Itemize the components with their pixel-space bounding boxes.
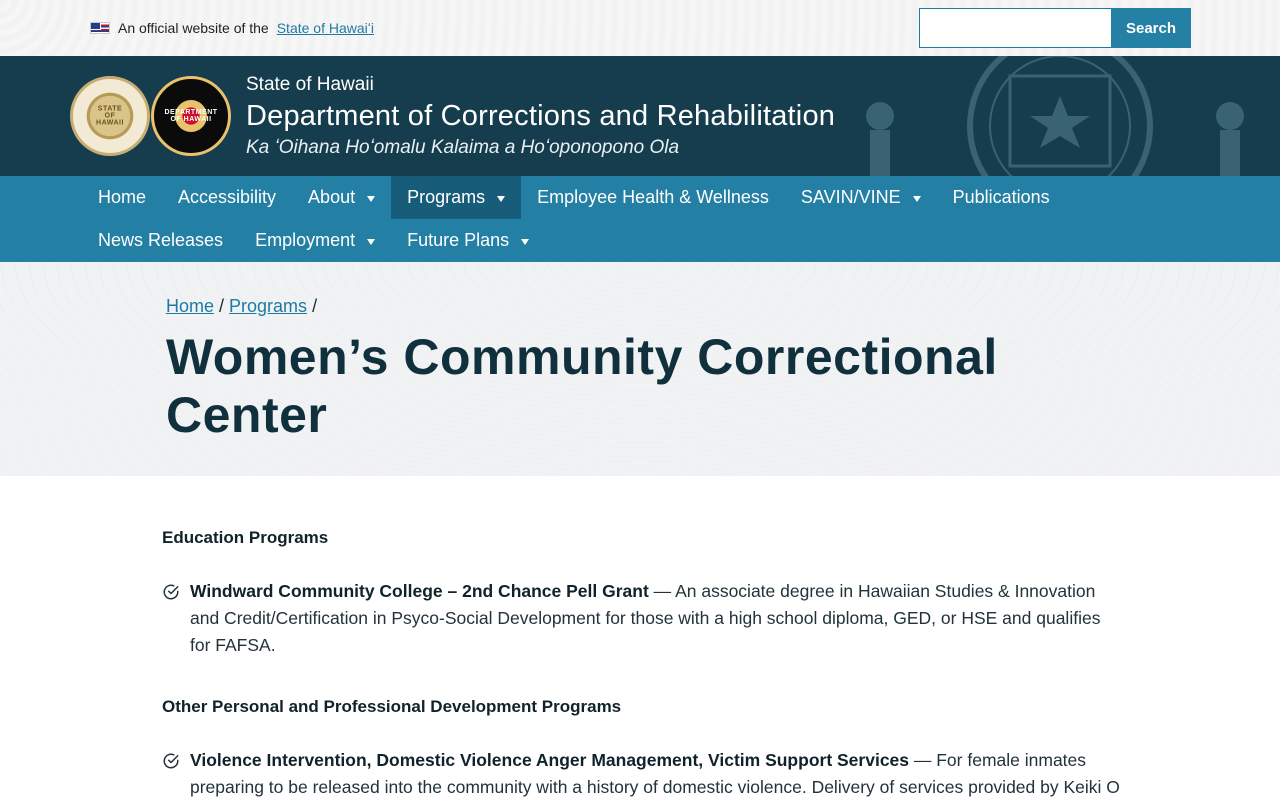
education-programs-heading: Education Programs (162, 528, 329, 547)
nav-item-about[interactable]: About (292, 176, 391, 219)
list-item: Windward Community College – 2nd Chance … (162, 578, 1122, 659)
check-circle-icon (163, 584, 179, 600)
nav-item-employee-health-wellness[interactable]: Employee Health & Wellness (521, 176, 785, 219)
official-prefix: An official website of the (118, 20, 269, 36)
caret-down-icon[interactable] (367, 238, 376, 245)
nav-item-news-releases[interactable]: News Releases (82, 219, 239, 262)
department-seal-logo: DEPARTMENT OF HAWAII (151, 76, 231, 156)
page-hero: Home / Programs / Women’s Community Corr… (0, 262, 1280, 476)
nav-item-home[interactable]: Home (82, 176, 162, 219)
official-notice: An official website of the State of Hawa… (90, 20, 374, 36)
breadcrumb-home-link[interactable]: Home (166, 296, 214, 316)
nav-item-programs[interactable]: Programs (391, 176, 522, 219)
department-name[interactable]: Department of Corrections and Rehabilita… (246, 100, 835, 133)
search-input[interactable] (919, 8, 1111, 48)
program-name: Windward Community College – 2nd Chance … (190, 581, 649, 601)
nav-item-publications[interactable]: Publications (937, 176, 1066, 219)
search-button[interactable]: Search (1111, 8, 1191, 48)
site-header: STATE OF HAWAII DEPARTMENT OF HAWAII Sta… (0, 56, 1280, 176)
breadcrumb-separator: / (307, 296, 318, 316)
nav-item-employment[interactable]: Employment (239, 219, 391, 262)
caret-down-icon[interactable] (497, 195, 506, 202)
state-seal-logo: STATE OF HAWAII (70, 76, 150, 156)
page-title: Women’s Community Correctional Center (166, 329, 998, 443)
header-titles: State of Hawaii Department of Correction… (246, 74, 835, 159)
caret-down-icon[interactable] (367, 195, 376, 202)
hawaiian-department-name: Ka ʻOihana Hoʻomalu Kalaima a Hoʻoponopo… (246, 137, 680, 158)
nav-row-2: News Releases Employment Future Plans (82, 219, 1280, 262)
breadcrumb: Home / Programs / (166, 296, 317, 317)
main-content: Education Programs Windward Community Co… (0, 476, 1280, 800)
nav-row-1: Home Accessibility About Programs Employ… (82, 176, 1280, 219)
state-name[interactable]: State of Hawaii (246, 74, 835, 96)
caret-down-icon[interactable] (521, 238, 530, 245)
nav-item-accessibility[interactable]: Accessibility (162, 176, 292, 219)
nav-item-future-plans[interactable]: Future Plans (391, 219, 545, 262)
nav-item-savin-vine[interactable]: SAVIN/VINE (785, 176, 937, 219)
caret-down-icon[interactable] (912, 195, 921, 202)
breadcrumb-programs-link[interactable]: Programs (229, 296, 307, 316)
check-circle-icon (163, 753, 179, 769)
program-name: Violence Intervention, Domestic Violence… (190, 750, 910, 770)
search-form: Search (919, 8, 1191, 48)
official-banner: An official website of the State of Hawa… (0, 0, 1280, 56)
list-item: Violence Intervention, Domestic Violence… (162, 747, 1122, 800)
main-navigation: Home Accessibility About Programs Employ… (0, 176, 1280, 262)
breadcrumb-separator: / (214, 296, 230, 316)
state-of-hawaii-link[interactable]: State of Hawaiʻi (277, 20, 374, 36)
other-programs-heading: Other Personal and Professional Developm… (162, 697, 622, 716)
hawaii-flag-icon (90, 22, 110, 34)
banner-decoration (866, 56, 1244, 176)
